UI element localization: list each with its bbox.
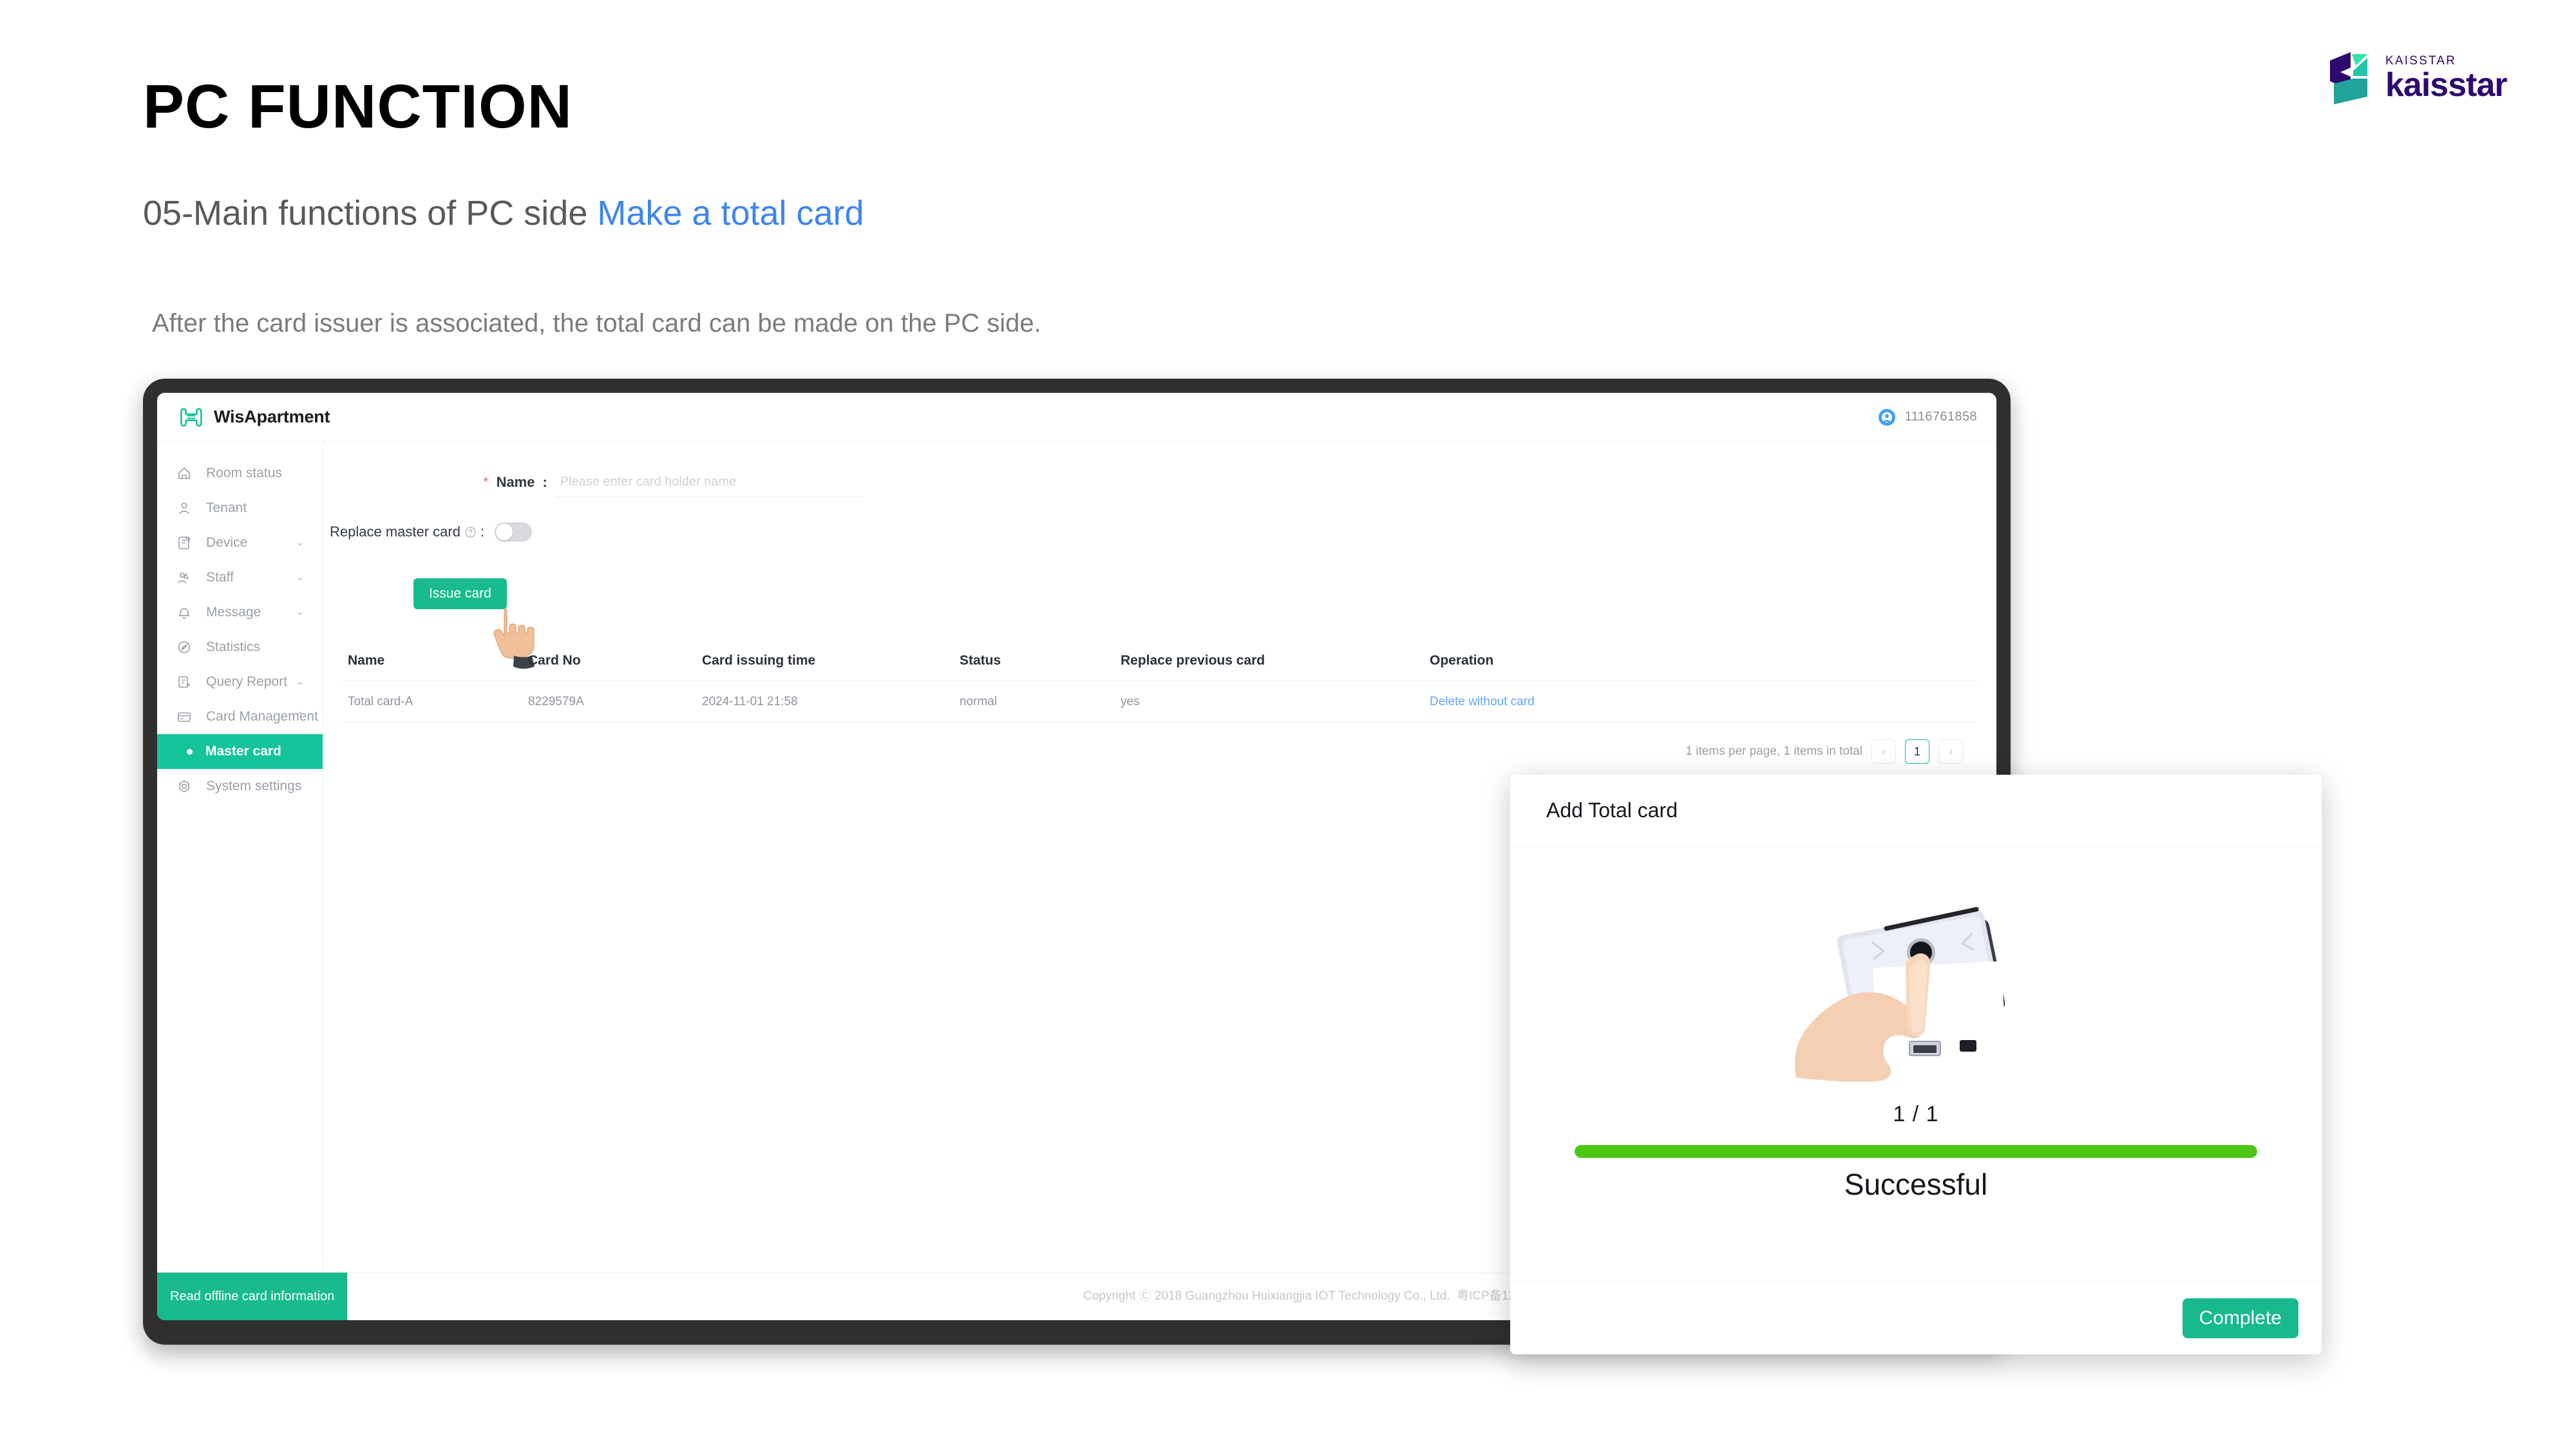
name-label-separator: : [542, 474, 547, 490]
app-brand-name: WisApartment [214, 407, 330, 426]
home-icon [178, 467, 190, 479]
sidebar-item-label: Master card [205, 744, 281, 759]
table-row: Total card-A 8229579A 2024-11-01 21:58 n… [341, 681, 1977, 723]
slide-root: PC FUNCTION 05-Main functions of PC side… [0, 0, 2576, 1449]
sidebar-item-statistics[interactable]: Statistics [157, 630, 323, 665]
table-header-cell: Name [348, 652, 385, 668]
name-label: Name [496, 474, 535, 490]
replace-master-card-toggle[interactable] [495, 522, 533, 542]
bullet-dot-icon [187, 748, 193, 755]
wisapartment-logo-icon [180, 408, 202, 426]
cell-status: normal [960, 694, 998, 708]
sidebar: Room status Tenant Device ⌄ Staff ⌄ Mess… [157, 442, 323, 1320]
brand-text: KAISSTAR kaisstar [2385, 54, 2508, 104]
kaisstar-logo: KAISSTAR kaisstar [2325, 50, 2531, 108]
progress-counter: 1 / 1 [1893, 1102, 1939, 1126]
sidebar-item-label: Tenant [206, 500, 247, 515]
chevron-down-icon: ⌄ [296, 537, 305, 548]
card-holder-name-input[interactable] [554, 468, 864, 497]
progress-bar-fill [1575, 1145, 2257, 1158]
chevron-down-icon: ⌄ [296, 676, 305, 687]
kaisstar-logo-icon [2330, 52, 2367, 104]
report-icon [178, 676, 191, 688]
chevron-down-icon: ⌄ [296, 572, 305, 583]
master-card-table: Name Card No Card issuing time Status Re… [341, 640, 1977, 764]
required-marker: * [483, 474, 489, 490]
sidebar-item-query-report[interactable]: Query Report ⌄ [157, 665, 323, 699]
page-number-button[interactable]: 1 [1905, 739, 1929, 764]
subtitle-accent: Make a total card [597, 194, 864, 232]
sidebar-item-label: System settings [206, 779, 302, 793]
card-reader-device-image [1795, 907, 2007, 1082]
page-subtitle: 05-Main functions of PC side Make a tota… [143, 193, 864, 233]
sidebar-item-label: Statistics [206, 639, 261, 654]
chevron-down-icon: ⌄ [296, 607, 305, 618]
sidebar-item-message[interactable]: Message ⌄ [157, 595, 323, 630]
sidebar-item-label: Query Report [206, 674, 288, 689]
replace-master-card-label: Replace master card [330, 524, 460, 540]
sidebar-item-label: Staff [206, 570, 234, 585]
status-text: Successful [1844, 1168, 1988, 1201]
table-header-cell: Card No [528, 652, 581, 668]
replace-master-card-separator: : [480, 524, 485, 540]
account-id: 1116761858 [1904, 410, 1977, 424]
user-icon [179, 502, 189, 514]
modal-body: 1 / 1 Successful [1510, 847, 2322, 1281]
chevron-right-icon[interactable]: › [1938, 739, 1963, 764]
compass-icon [178, 641, 191, 654]
app-topbar: WisApartment 1116761858 [157, 393, 1996, 442]
sidebar-item-label: Device [206, 535, 248, 550]
staff-icon [178, 573, 189, 583]
pagination: 1 items per page, 1 items in total ‹ 1 › [341, 723, 1977, 764]
user-avatar-icon [1878, 408, 1895, 426]
progress-bar [1575, 1145, 2257, 1158]
table-header-cell: Replace previous card [1121, 652, 1265, 668]
sidebar-item-label: Room status [206, 466, 282, 480]
toggle-knob [496, 524, 513, 540]
copyright-text: Copyright Ⓒ 2018 Guangzhou Huixiangjia I… [1083, 1289, 1450, 1303]
table-header-cell: Card issuing time [702, 652, 816, 668]
card-icon [178, 712, 191, 722]
name-field-row: * Name : [483, 468, 864, 497]
account-area[interactable]: 1116761858 [1878, 408, 1977, 426]
sidebar-item-master-card[interactable]: Master card [157, 734, 323, 769]
chevron-up-icon: ⌃ [296, 711, 305, 722]
sidebar-item-system-settings[interactable]: System settings [157, 769, 323, 804]
table-header-row: Name Card No Card issuing time Status Re… [341, 640, 1977, 681]
table-header-cell: Status [960, 652, 1001, 668]
device-icon [178, 536, 191, 549]
sidebar-item-tenant[interactable]: Tenant [157, 491, 323, 526]
subtitle-prefix: 05-Main functions of PC side [143, 194, 598, 232]
sidebar-item-device[interactable]: Device ⌄ [157, 526, 323, 560]
brand-big-text: kaisstar [2385, 66, 2508, 104]
question-circle-icon[interactable] [464, 526, 477, 538]
app-brand: WisApartment [179, 405, 330, 430]
cell-name: Total card-A [348, 694, 413, 708]
issue-card-form: * Name : Replace master card : [323, 442, 1996, 669]
chevron-left-icon[interactable]: ‹ [1871, 739, 1896, 764]
sidebar-item-staff[interactable]: Staff ⌄ [157, 560, 323, 595]
cell-replace-previous: yes [1121, 694, 1140, 708]
table-header-cell: Operation [1430, 652, 1494, 668]
modal-footer: Complete [1510, 1281, 2322, 1354]
modal-header: Add Total card [1510, 775, 2322, 847]
add-total-card-modal: Add Total card 1 / 1 Successful Complete [1510, 775, 2322, 1354]
sidebar-item-room-status[interactable]: Room status [157, 456, 323, 491]
page-description: After the card issuer is associated, the… [152, 309, 1041, 337]
cell-issuing-time: 2024-11-01 21:58 [702, 694, 798, 708]
pagination-summary: 1 items per page, 1 items in total [1685, 744, 1862, 758]
complete-button[interactable]: Complete [2182, 1298, 2298, 1338]
bell-icon [179, 608, 189, 620]
settings-icon [179, 780, 189, 793]
cell-card-no: 8229579A [528, 694, 584, 708]
sidebar-item-label: Message [206, 605, 261, 620]
read-offline-card-information-button[interactable]: Read offline card information [157, 1273, 348, 1320]
delete-without-card-link[interactable]: Delete without card [1430, 695, 1700, 709]
replace-master-card-row: Replace master card : [330, 522, 533, 542]
page-title: PC FUNCTION [143, 72, 573, 141]
modal-title: Add Total card [1546, 799, 1678, 822]
sidebar-item-card-management[interactable]: Card Management ⌃ [157, 699, 323, 734]
